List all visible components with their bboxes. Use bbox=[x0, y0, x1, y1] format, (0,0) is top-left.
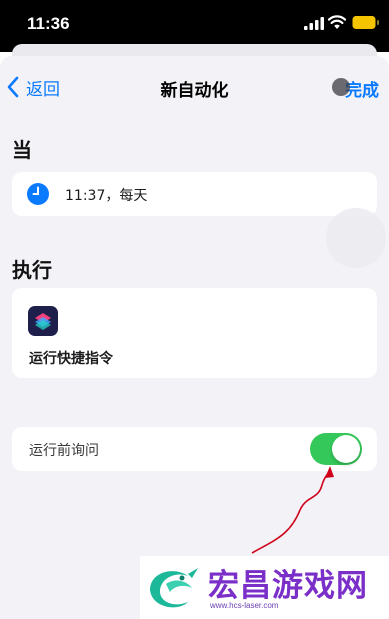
trigger-text: 11:37，每天 bbox=[65, 188, 148, 204]
navigation-bar: 返回 新自动化 完成 bbox=[0, 56, 389, 120]
touch-indicator bbox=[332, 78, 350, 96]
battery-icon bbox=[352, 16, 379, 29]
watermark-title: 宏昌游戏网 bbox=[208, 568, 368, 604]
clock-icon bbox=[27, 183, 49, 205]
ask-before-running-toggle[interactable] bbox=[310, 433, 362, 465]
done-button[interactable]: 完成 bbox=[345, 76, 379, 101]
shortcuts-app-icon bbox=[28, 306, 58, 336]
dragon-logo-icon bbox=[150, 568, 198, 608]
do-heading: 执行 bbox=[12, 258, 52, 282]
action-card[interactable]: 运行快捷指令 bbox=[12, 288, 377, 378]
ask-before-running-label: 运行前询问 bbox=[29, 443, 99, 459]
cellular-signal-icon bbox=[304, 17, 324, 30]
toggle-knob bbox=[332, 435, 360, 463]
page-title: 新自动化 bbox=[160, 81, 229, 101]
action-label: 运行快捷指令 bbox=[29, 351, 113, 367]
assistive-touch-button[interactable] bbox=[326, 208, 386, 268]
trigger-row[interactable]: 11:37，每天 bbox=[12, 172, 377, 216]
status-time: 11:36 bbox=[27, 14, 70, 33]
ask-before-running-row: 运行前询问 bbox=[12, 427, 377, 471]
watermark-url: www.hcs-laser.com bbox=[210, 601, 279, 610]
wifi-icon bbox=[328, 15, 346, 29]
watermark: 宏昌游戏网 www.hcs-laser.com bbox=[140, 556, 389, 619]
automation-sheet: 返回 新自动化 完成 当 11:37，每天 执行 运行快捷指令 运行前询问 bbox=[0, 56, 389, 619]
when-heading: 当 bbox=[12, 138, 32, 162]
